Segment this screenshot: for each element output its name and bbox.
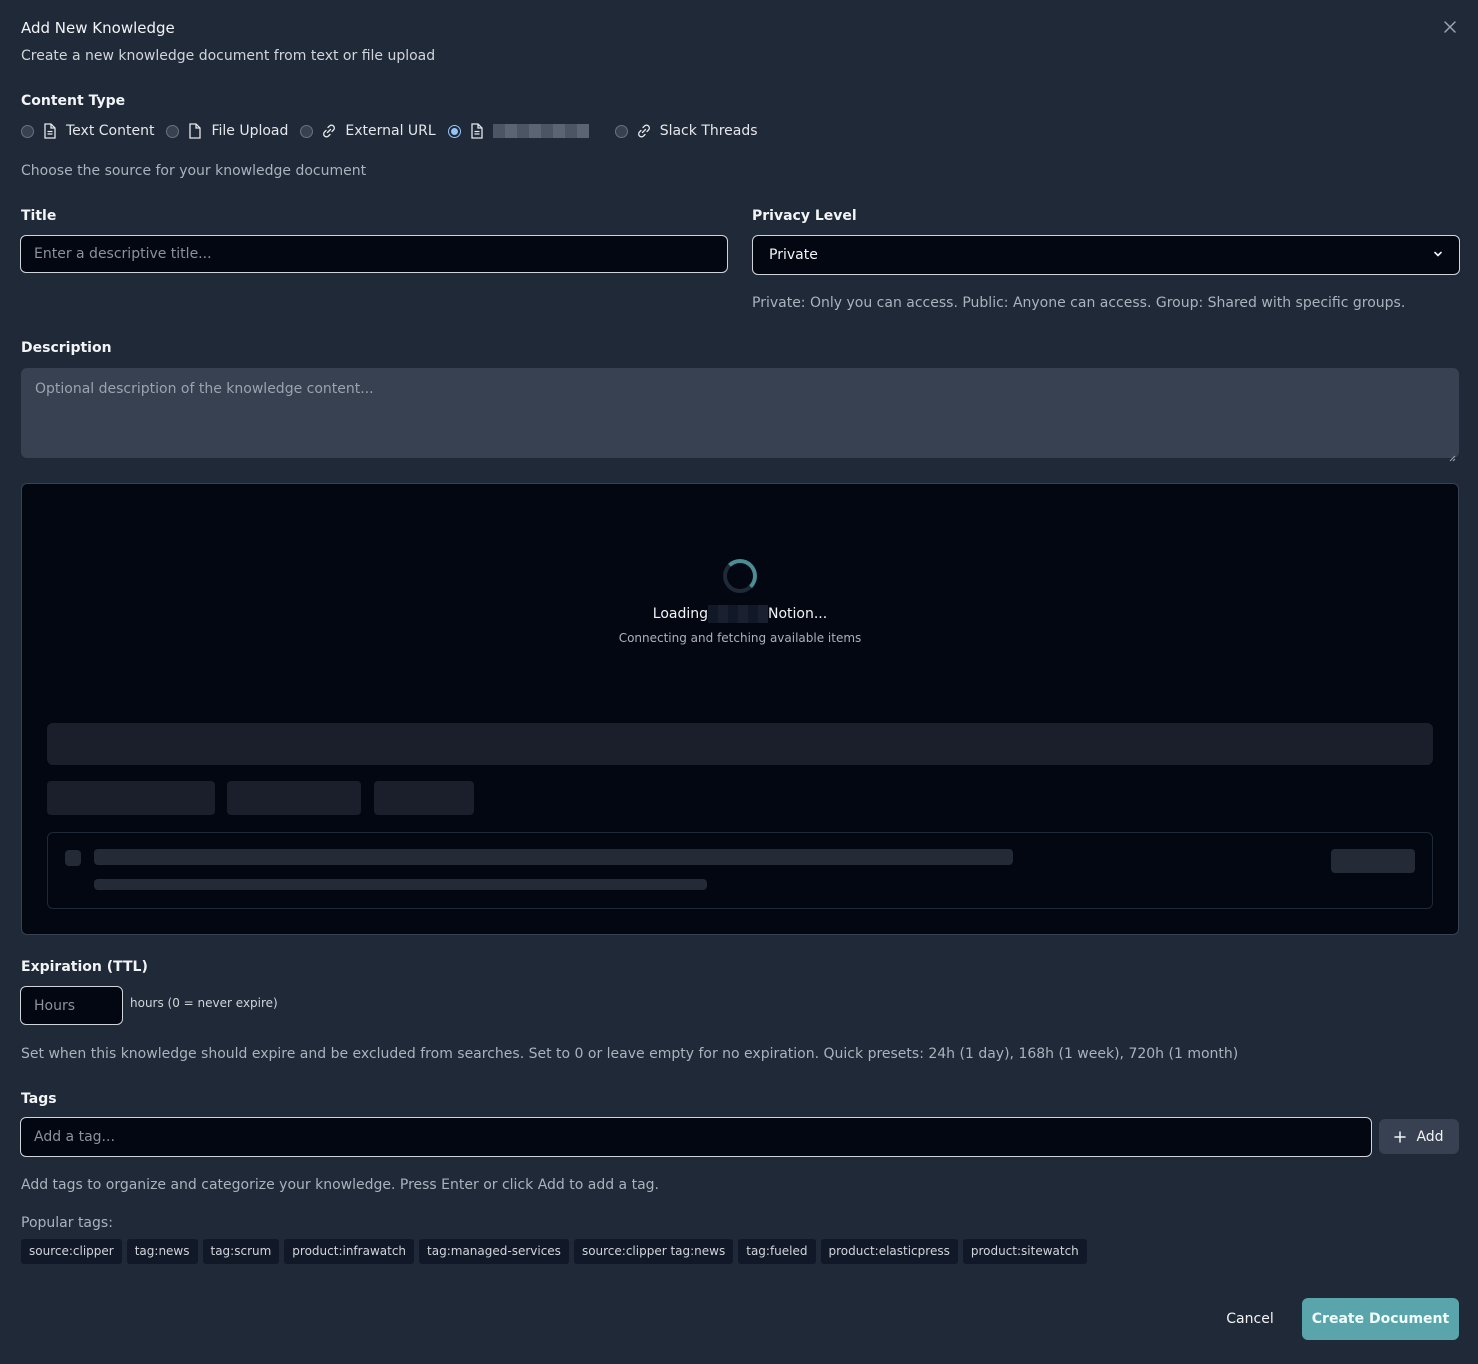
privacy-label: Privacy Level <box>752 208 857 224</box>
link-icon <box>636 123 652 139</box>
file-icon <box>187 123 203 139</box>
skeleton-list-item <box>47 832 1433 909</box>
skeleton-filter <box>47 781 215 815</box>
content-type-option-text[interactable]: Text Content <box>21 123 154 139</box>
skeleton-line <box>94 879 707 890</box>
popular-tag-chip[interactable]: tag:scrum <box>202 1239 280 1264</box>
dialog-title: Add New Knowledge <box>21 19 175 37</box>
tags-label: Tags <box>21 1091 57 1107</box>
popular-tag-chip[interactable]: product:infrawatch <box>284 1239 415 1264</box>
create-document-button[interactable]: Create Document <box>1302 1298 1459 1340</box>
popular-tag-chip[interactable]: source:clipper <box>21 1239 122 1264</box>
title-label: Title <box>21 208 57 224</box>
chevron-down-icon <box>1433 247 1443 263</box>
description-textarea[interactable] <box>21 368 1459 458</box>
tags-help: Add tags to organize and categorize your… <box>21 1177 659 1193</box>
expiration-suffix: hours (0 = never expire) <box>130 996 278 1010</box>
tag-input[interactable] <box>20 1117 1372 1157</box>
file-text-icon <box>42 123 58 139</box>
redacted-label <box>492 124 589 138</box>
expiration-hours-input[interactable] <box>20 986 123 1025</box>
title-input[interactable] <box>20 235 728 273</box>
link-icon <box>321 123 337 139</box>
radio-text-content[interactable] <box>21 124 34 138</box>
add-tag-button[interactable]: Add <box>1379 1119 1459 1154</box>
loader-title-suffix: Notion... <box>768 606 828 622</box>
close-icon[interactable] <box>1441 18 1459 36</box>
popular-tag-chip[interactable]: tag:managed-services <box>419 1239 569 1264</box>
content-type-option-url[interactable]: External URL <box>300 123 436 139</box>
redacted-text <box>708 605 768 623</box>
add-tag-label: Add <box>1416 1128 1444 1145</box>
option-label: External URL <box>345 123 436 139</box>
content-type-option-notion[interactable] <box>447 123 603 139</box>
skeleton-filter <box>227 781 361 815</box>
privacy-select-value: Private <box>769 247 818 263</box>
skeleton-badge <box>1331 849 1415 873</box>
option-label: File Upload <box>211 123 289 139</box>
resize-handle-icon[interactable] <box>1448 447 1456 462</box>
cancel-button[interactable]: Cancel <box>1210 1298 1290 1340</box>
popular-tag-chip[interactable]: tag:fueled <box>738 1239 816 1264</box>
dialog-subtitle: Create a new knowledge document from tex… <box>21 48 436 64</box>
popular-tags-list: source:clipper tag:news tag:scrum product:i… <box>21 1239 1092 1264</box>
expiration-help: Set when this knowledge should expire an… <box>21 1046 1239 1062</box>
description-label: Description <box>21 340 112 356</box>
skeleton-filter <box>374 781 474 815</box>
popular-tag-chip[interactable]: tag:news <box>126 1239 198 1264</box>
content-type-radio-group: Text Content File Upload External URL Sl… <box>21 121 770 141</box>
content-type-option-file[interactable]: File Upload <box>166 123 288 139</box>
loading-spinner-icon <box>723 559 757 593</box>
popular-tags-label: Popular tags: <box>21 1215 113 1231</box>
skeleton-line <box>94 849 1013 865</box>
option-label: Slack Threads <box>659 123 758 139</box>
plus-icon <box>1394 1130 1407 1143</box>
loader-subtitle: Connecting and fetching available items <box>618 631 862 645</box>
radio-external-url[interactable] <box>300 124 314 138</box>
content-type-help: Choose the source for your knowledge doc… <box>21 163 367 179</box>
loader-title-prefix: Loading <box>652 606 708 622</box>
file-text-icon <box>469 123 485 139</box>
popular-tag-chip[interactable]: source:clipper tag:news <box>573 1239 734 1264</box>
radio-slack-threads[interactable] <box>614 124 628 138</box>
notion-loader-panel: Loading Notion... Connecting and fetching… <box>21 483 1459 935</box>
popular-tag-chip[interactable]: product:elasticpress <box>820 1239 958 1264</box>
skeleton-search-bar <box>47 723 1433 765</box>
option-label: Text Content <box>66 123 155 139</box>
skeleton-checkbox <box>65 850 81 866</box>
radio-file-upload[interactable] <box>166 124 180 138</box>
loader-title: Loading Notion... <box>22 605 1458 623</box>
privacy-help: Private: Only you can access. Public: An… <box>752 295 1406 311</box>
popular-tag-chip[interactable]: product:sitewatch <box>962 1239 1087 1264</box>
content-type-label: Content Type <box>21 93 126 109</box>
privacy-select[interactable]: Private <box>752 235 1460 275</box>
content-type-option-slack[interactable]: Slack Threads <box>614 123 758 139</box>
expiration-label: Expiration (TTL) <box>21 959 148 975</box>
radio-notion[interactable] <box>447 124 461 138</box>
